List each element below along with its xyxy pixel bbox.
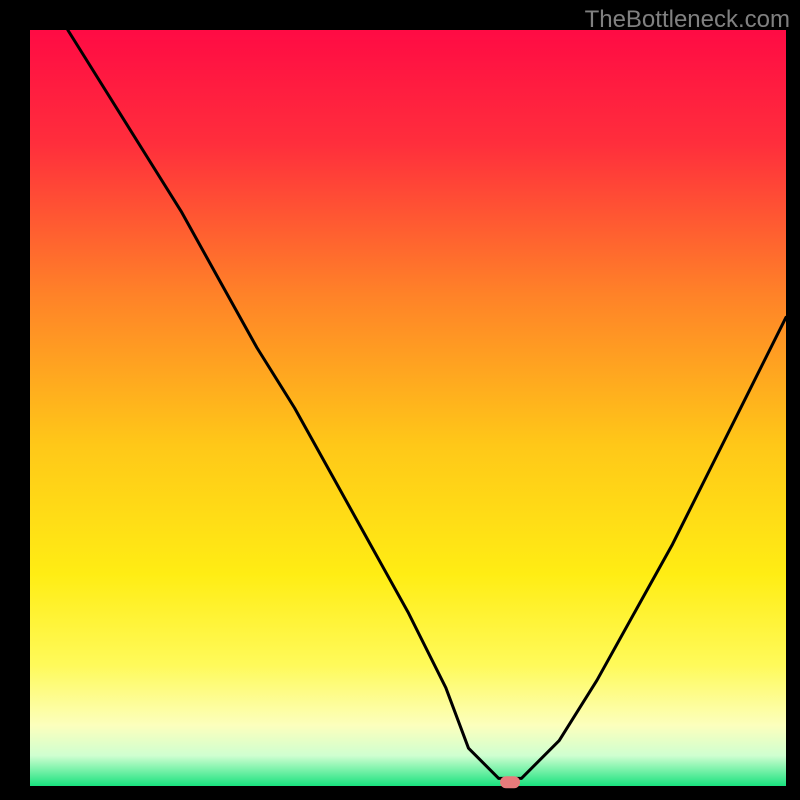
watermark-text: TheBottleneck.com: [585, 6, 790, 34]
bottleneck-chart: [0, 0, 800, 800]
chart-frame: TheBottleneck.com: [0, 0, 800, 800]
optimal-marker: [500, 776, 520, 788]
plot-background: [30, 30, 786, 786]
